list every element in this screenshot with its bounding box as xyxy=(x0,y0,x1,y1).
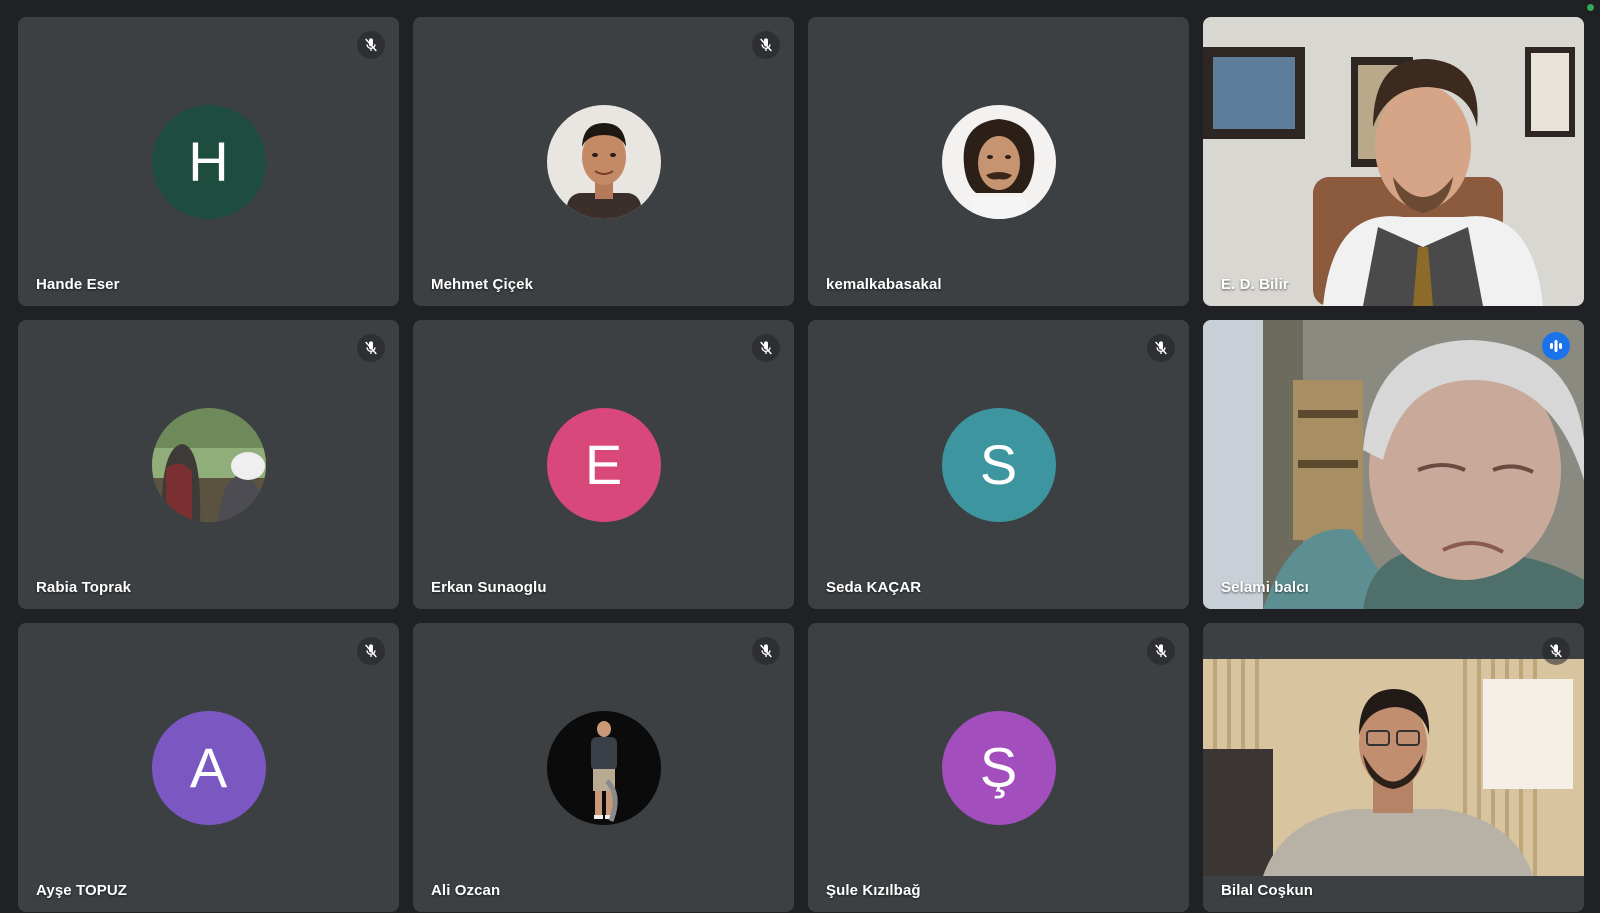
participant-tile[interactable]: Bilal Coşkun xyxy=(1203,623,1584,912)
meeting-stage: H Hande Eser Mehmet Çiçek kemalkabasakal… xyxy=(0,0,1600,913)
muted-mic-icon xyxy=(357,31,385,59)
participant-name: Ayşe TOPUZ xyxy=(36,882,128,899)
participant-name: Ali Ozcan xyxy=(431,882,501,899)
participant-name: Rabia Toprak xyxy=(36,579,132,596)
connection-status-dot xyxy=(1587,4,1594,11)
participant-grid: H Hande Eser Mehmet Çiçek kemalkabasakal… xyxy=(18,17,1584,912)
muted-mic-icon xyxy=(357,334,385,362)
speaking-indicator-icon xyxy=(1542,332,1570,360)
participant-tile[interactable]: E. D. Bilir xyxy=(1203,17,1584,306)
participant-tile[interactable]: H Hande Eser xyxy=(18,17,399,306)
profile-photo-avatar xyxy=(546,710,661,825)
participant-tile[interactable]: A Ayşe TOPUZ xyxy=(18,623,399,912)
participant-name: Şule Kızılbağ xyxy=(826,882,921,899)
profile-photo-avatar xyxy=(941,104,1056,219)
participant-name: E. D. Bilir xyxy=(1221,276,1289,293)
participant-video xyxy=(1203,659,1584,876)
participant-tile[interactable]: S Seda KAÇAR xyxy=(808,320,1189,609)
profile-photo-avatar xyxy=(151,407,266,522)
participant-name: Seda KAÇAR xyxy=(826,579,922,596)
muted-mic-icon xyxy=(752,334,780,362)
muted-mic-icon xyxy=(357,637,385,665)
muted-mic-icon xyxy=(1147,637,1175,665)
participant-tile-active-speaker[interactable]: Selami balcı xyxy=(1203,320,1584,609)
initial-avatar: H xyxy=(151,104,266,219)
participant-name: kemalkabasakal xyxy=(826,276,942,293)
profile-photo-avatar xyxy=(546,104,661,219)
participant-tile[interactable]: Mehmet Çiçek xyxy=(413,17,794,306)
initial-avatar: A xyxy=(151,710,266,825)
participant-video xyxy=(1203,17,1584,306)
muted-mic-icon xyxy=(752,31,780,59)
participant-tile[interactable]: Rabia Toprak xyxy=(18,320,399,609)
muted-mic-icon xyxy=(1147,334,1175,362)
participant-name: Bilal Coşkun xyxy=(1221,882,1314,899)
initial-avatar: S xyxy=(941,407,1056,522)
initial-avatar: E xyxy=(546,407,661,522)
muted-mic-icon xyxy=(1542,637,1570,665)
participant-tile[interactable]: kemalkabasakal xyxy=(808,17,1189,306)
participant-name: Erkan Sunaoglu xyxy=(431,579,547,596)
participant-name: Hande Eser xyxy=(36,276,120,293)
participant-name: Mehmet Çiçek xyxy=(431,276,534,293)
participant-name: Selami balcı xyxy=(1221,579,1309,596)
participant-video xyxy=(1203,320,1584,609)
muted-mic-icon xyxy=(752,637,780,665)
participant-tile[interactable]: Ş Şule Kızılbağ xyxy=(808,623,1189,912)
participant-tile[interactable]: E Erkan Sunaoglu xyxy=(413,320,794,609)
participant-tile[interactable]: Ali Ozcan xyxy=(413,623,794,912)
initial-avatar: Ş xyxy=(941,710,1056,825)
